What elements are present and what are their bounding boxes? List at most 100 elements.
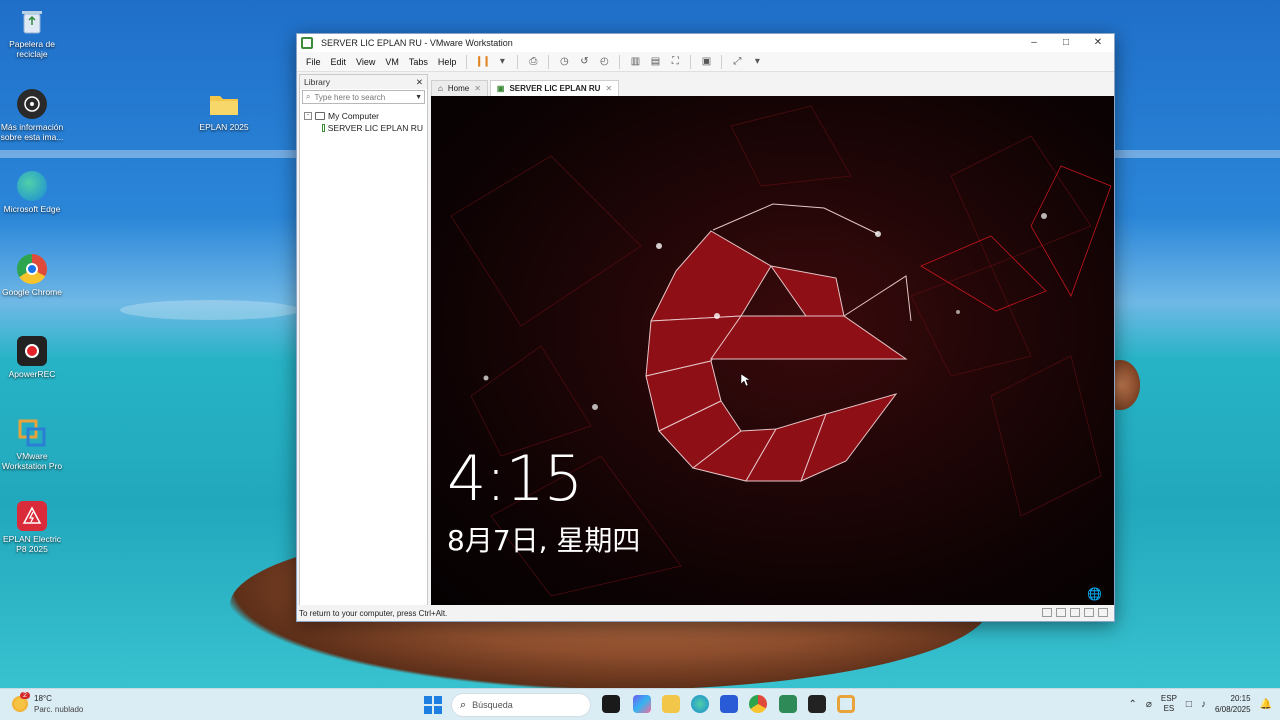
lang-top: ESP [1160,694,1177,703]
menu-help[interactable]: Help [433,52,462,72]
volume-icon[interactable]: ♪ [1201,699,1206,710]
collapse-icon[interactable]: - [304,112,312,120]
edge-taskbar-icon[interactable] [691,695,709,713]
desktop-icon-eplan-folder[interactable]: EPLAN 2025 [192,89,256,132]
dropdown-arrow-icon[interactable]: ▾ [493,54,511,70]
revert-snapshot-icon[interactable]: ↺ [575,54,593,70]
edge-icon [17,171,47,201]
desktop-icon-more-info[interactable]: Más información sobre esta ima... [0,89,64,142]
title-bar[interactable]: SERVER LIC EPLAN RU - VMware Workstation… [297,34,1114,52]
weather-icon: 2 [12,692,30,712]
snapshot-manager-icon[interactable]: ◴ [595,54,613,70]
message-icon[interactable] [1098,608,1108,617]
eplan-icon [17,501,47,531]
desktop-icon-edge[interactable]: Microsoft Edge [0,171,64,214]
task-view-icon[interactable] [602,695,620,713]
tab-vm[interactable]: ▣ SERVER LIC EPLAN RU ✕ [489,80,620,96]
wifi-icon[interactable]: □ [1186,699,1192,710]
minimize-button[interactable]: – [1018,34,1050,52]
desktop-icon-label: Más información sobre esta ima... [0,122,64,142]
library-search-placeholder: Type here to search [314,92,386,102]
clock-date: 6/08/2025 [1214,705,1251,714]
file-explorer-icon[interactable] [662,695,680,713]
sea-foam [120,300,300,320]
weather-badge: 2 [20,692,30,699]
home-icon: ⌂ [438,84,443,93]
library-search-input[interactable]: ⌕ Type here to search ▼ [302,90,425,104]
tab-label: Home [447,84,470,93]
globe-icon[interactable]: 🌐 [1087,587,1102,601]
library-close-icon[interactable]: ✕ [416,77,423,88]
chevron-up-icon[interactable]: ⌃ [1128,699,1136,710]
language-indicator[interactable]: ESP ES [1161,694,1177,714]
window-title: SERVER LIC EPLAN RU - VMware Workstation [321,38,513,48]
taskbar-search-input[interactable]: ⌕ Búsqueda [451,693,591,717]
search-icon: ⌕ [460,698,467,711]
lang-bottom: ES [1163,704,1175,713]
vm-tab-icon: ▣ [496,84,505,93]
usb-icon[interactable] [1084,608,1094,617]
maximize-button[interactable]: □ [1050,34,1082,52]
notepad-icon[interactable] [779,695,797,713]
apowerrec-taskbar-icon[interactable] [808,695,826,713]
menu-edit[interactable]: Edit [326,52,352,72]
search-dropdown-icon[interactable]: ▼ [415,94,424,101]
desktop-icon-eplan-electric[interactable]: EPLAN Electric P8 2025 [0,501,64,554]
taskbar-search-placeholder: Búsqueda [472,700,513,710]
status-bar: To return to your computer, press Ctrl+A… [297,605,1114,621]
store-icon[interactable] [720,695,738,713]
thumbnail-bar-icon[interactable]: ▤ [646,54,664,70]
menu-tabs[interactable]: Tabs [404,52,433,72]
menu-file[interactable]: File [301,52,326,72]
console-view-icon[interactable]: ▣ [697,54,715,70]
desktop-icon-label: EPLAN Electric P8 2025 [2,534,62,554]
info-camera-icon [17,89,47,119]
notification-bell-icon[interactable]: 🔔 [1260,699,1272,710]
network-icon[interactable] [1056,608,1066,617]
menu-view[interactable]: View [351,52,380,72]
toolbar-separator [721,54,723,69]
tab-label: SERVER LIC EPLAN RU [509,84,601,93]
tree-item-my-computer[interactable]: - My Computer [304,110,423,122]
sound-icon[interactable] [1070,608,1080,617]
snapshot-icon[interactable]: ◷ [555,54,573,70]
toolbar-separator [619,54,621,69]
hard-disk-icon[interactable] [1042,608,1052,617]
menu-vm[interactable]: VM [380,52,404,72]
chrome-taskbar-icon[interactable] [749,695,767,713]
clock[interactable]: 20:15 6/08/2025 [1215,693,1251,715]
weather-temp: 18°C [34,694,52,703]
system-tray: ⌃ ⌀ ESP ES □ ♪ 20:15 6/08/2025 🔔 [1128,693,1272,715]
desktop-icon-apowerrec[interactable]: ApowerREC [0,336,64,379]
lock-screen-time: 4:15 [447,442,583,515]
clock-time: 20:15 [1230,694,1251,703]
network-off-icon[interactable]: ⌀ [1146,699,1152,710]
chrome-icon [17,254,47,284]
desktop-icon-chrome[interactable]: Google Chrome [0,254,64,297]
tab-close-icon[interactable]: ✕ [605,84,612,93]
desktop-icon-vmware[interactable]: VMware Workstation Pro [0,418,64,471]
close-button[interactable]: ✕ [1082,34,1114,52]
weather-widget[interactable]: 2 18°C Parc. nublado [12,692,84,715]
library-title: Library [304,77,330,87]
full-screen-icon[interactable]: ⛶ [666,54,684,70]
weather-desc: Parc. nublado [34,705,84,714]
send-ctrl-alt-del-icon[interactable]: ⎙ [524,54,542,70]
tab-home[interactable]: ⌂ Home ✕ [431,80,488,96]
apowerrec-icon [17,336,47,366]
start-button[interactable] [424,696,442,714]
show-library-icon[interactable]: ▥ [626,54,644,70]
vmware-icon [17,418,47,448]
desktop-icon-recycle-bin[interactable]: Papelera de reciclaje [0,6,64,59]
tab-close-icon[interactable]: ✕ [474,84,481,93]
tree-item-vm[interactable]: SERVER LIC EPLAN RU [304,122,423,134]
toolbar-separator [690,54,692,69]
stretch-guest-icon[interactable]: ⤢ [728,54,746,70]
pause-icon[interactable]: ❙❙ [473,54,491,70]
stretch-dropdown-icon[interactable]: ▾ [748,54,766,70]
guest-lock-screen[interactable]: 4:15 8月7日, 星期四 🌐 [431,96,1114,607]
vmware-app-icon [301,37,313,49]
copilot-icon[interactable] [633,695,651,713]
vmware-taskbar-icon[interactable] [837,695,855,713]
tree-item-label: My Computer [328,111,380,121]
